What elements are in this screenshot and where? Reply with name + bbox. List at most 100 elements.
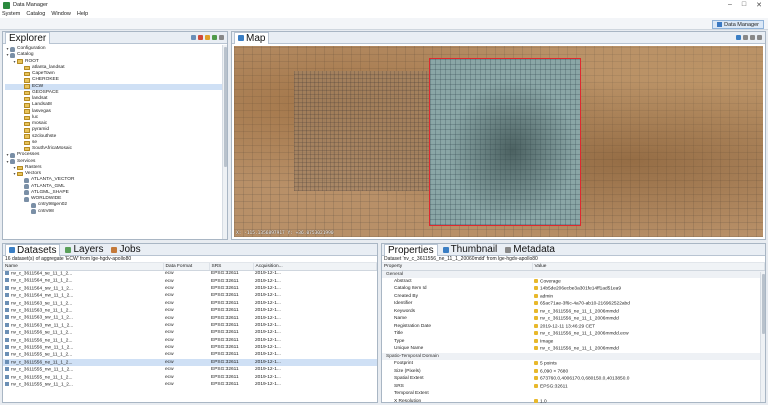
- property-value-cell: 1.0: [532, 398, 765, 405]
- cell-acq: 2019-12-1...: [253, 351, 377, 358]
- properties-scrollbar[interactable]: [760, 272, 765, 402]
- table-row[interactable]: nv_c_3611563_ne_11_1_2... ecw EPSG:32611 20…: [3, 307, 377, 314]
- col-property[interactable]: Property: [382, 263, 533, 271]
- folder-icon: [24, 84, 30, 89]
- table-row[interactable]: nv_c_3611556_ne_11_1_2... ecw EPSG:32611 20…: [3, 337, 377, 344]
- minimize-panel-icon[interactable]: [750, 35, 755, 40]
- dataset-icon: [5, 293, 9, 298]
- menu-help[interactable]: Help: [77, 11, 88, 17]
- table-row[interactable]: nv_c_3611563_se_11_1_2... ecw EPSG:32611 20…: [3, 300, 377, 307]
- cell-srs-text: EPSG:32611: [211, 374, 239, 380]
- explorer-scroll-thumb[interactable]: [224, 47, 227, 167]
- cell-acq-text: 2019-12-1...: [255, 315, 281, 321]
- menu-system[interactable]: System: [2, 11, 20, 17]
- table-row[interactable]: nv_c_3611555_ne_11_1_2... ecw EPSG:32611 20…: [3, 373, 377, 380]
- table-row[interactable]: nv_c_3611564_sw_11_1_2... ecw EPSG:32611 20…: [3, 285, 377, 292]
- col-srs[interactable]: SRS: [209, 263, 254, 271]
- delete-icon[interactable]: [198, 35, 203, 40]
- menu-catalog[interactable]: Catalog: [26, 11, 45, 17]
- cell-format: ecw: [163, 277, 209, 284]
- value-icon: [534, 368, 538, 373]
- property-row[interactable]: Created By admin: [382, 293, 765, 301]
- property-name: Name: [394, 316, 407, 322]
- property-row[interactable]: SRS EPSG:32611: [382, 383, 765, 391]
- maximize-icon[interactable]: □: [742, 1, 746, 9]
- minimize-icon[interactable]: –: [728, 1, 732, 9]
- table-row[interactable]: nv_c_3611555_se_11_1_2... ecw EPSG:32611 20…: [3, 351, 377, 358]
- metadata-icon: [505, 246, 512, 253]
- tab-jobs[interactable]: Jobs: [108, 244, 143, 256]
- tree-node[interactable]: cntrv98: [5, 209, 227, 215]
- property-name: Size (Pixels): [394, 368, 421, 374]
- property-row[interactable]: Footprint 5 points: [382, 360, 765, 368]
- explorer-scrollbar[interactable]: [222, 45, 227, 239]
- property-row[interactable]: Unique Name nv_c_3611556_ne_11_1_2006mmdd: [382, 345, 765, 353]
- property-row[interactable]: Temporal Extent: [382, 390, 765, 398]
- table-row[interactable]: nv_c_3611555_sw_11_1_2... ecw EPSG:32611 20…: [3, 381, 377, 388]
- tab-jobs-label: Jobs: [119, 244, 141, 255]
- property-row[interactable]: Type Image: [382, 338, 765, 346]
- tab-layers[interactable]: Layers: [62, 244, 106, 256]
- property-row[interactable]: Keywords nv_c_3611556_ne_11_1_2006mmdd: [382, 308, 765, 316]
- property-row[interactable]: Size (Pixels) 6,090 × 7680: [382, 368, 765, 376]
- map-view[interactable]: X: -115.1356897917 Y: +36.0753021990: [234, 46, 763, 237]
- cell-format: ecw: [163, 344, 209, 351]
- tab-metadata[interactable]: Metadata: [502, 244, 558, 256]
- table-row[interactable]: nv_c_3611564_nw_11_1_2... ecw EPSG:32611 20…: [3, 292, 377, 299]
- property-row[interactable]: Name nv_c_3611556_ne_11_1_2006mmdd: [382, 315, 765, 323]
- dataset-icon: [5, 278, 9, 283]
- property-group[interactable]: General: [382, 270, 765, 278]
- property-row[interactable]: Registration Date 2019-12-11 13:46:29 CET: [382, 323, 765, 331]
- menu-window[interactable]: Window: [51, 11, 71, 17]
- properties-scroll-thumb[interactable]: [762, 274, 765, 334]
- table-row[interactable]: nv_c_3611564_se_11_1_2... ecw EPSG:32611 20…: [3, 270, 377, 277]
- selected-dataset-footprint[interactable]: [429, 58, 581, 226]
- refresh-icon[interactable]: [205, 35, 210, 40]
- col-value[interactable]: Value: [532, 263, 765, 271]
- property-row[interactable]: Catalog Item Id 14b5de206ecbe3a301fe14ff1…: [382, 285, 765, 293]
- folder-icon: [24, 121, 30, 127]
- map-icon: [238, 35, 244, 41]
- table-row[interactable]: nv_c_3611564_ne_11_1_2... ecw EPSG:32611 20…: [3, 277, 377, 284]
- tab-explorer[interactable]: Explorer: [5, 31, 51, 44]
- zoom-icon[interactable]: [736, 35, 741, 40]
- property-row[interactable]: Title nv_c_3611556_ne_11_1_2006mmdd.ecw: [382, 330, 765, 338]
- maximize-panel-icon[interactable]: [757, 35, 762, 40]
- tab-properties[interactable]: Properties: [384, 243, 438, 256]
- folder-icon: [17, 171, 23, 177]
- table-row[interactable]: nv_c_3611556_nw_11_1_2... ecw EPSG:32611 20…: [3, 344, 377, 351]
- property-name: Registration Date: [394, 323, 432, 329]
- col-acquisition[interactable]: Acquisition...: [253, 263, 377, 271]
- table-row[interactable]: nv_c_3611556_ne_11_1_2... ecw EPSG:32611 20…: [3, 358, 377, 367]
- tab-datasets[interactable]: Datasets: [5, 243, 61, 256]
- cell-format: ecw: [163, 337, 209, 344]
- cell-name-text: nv_c_3611556_nw_11_1_2...: [11, 345, 74, 351]
- col-format[interactable]: Data Format: [163, 263, 210, 271]
- property-value: 5 points: [540, 361, 557, 367]
- tab-map[interactable]: Map: [234, 31, 270, 44]
- property-row[interactable]: Abstract Coverage: [382, 278, 765, 286]
- properties-table: Property Value General Abstract Coverage Ca…: [382, 263, 765, 405]
- cell-acq: 2019-12-1...: [253, 307, 377, 314]
- cell-format-text: ecw: [165, 337, 174, 343]
- property-row[interactable]: X Resolution 1.0: [382, 398, 765, 405]
- cell-srs: EPSG:32611: [209, 358, 253, 367]
- col-name[interactable]: Name: [3, 263, 164, 271]
- perspective-button[interactable]: Data Manager: [712, 20, 764, 29]
- close-icon[interactable]: ✕: [756, 1, 762, 9]
- property-row[interactable]: Identifier 65ac71ae-3f6c-4a70-ab10-216962…: [382, 300, 765, 308]
- explorer-tabbar: Explorer: [3, 31, 227, 44]
- table-row[interactable]: nv_c_3611563_nw_11_1_2... ecw EPSG:32611 20…: [3, 322, 377, 329]
- filter-icon[interactable]: [212, 35, 217, 40]
- tab-thumbnail[interactable]: Thumbnail: [440, 244, 501, 256]
- cell-acq-text: 2019-12-1...: [255, 285, 281, 291]
- property-row[interactable]: Spatial Extent 673760.0,4006170.0,680150.…: [382, 375, 765, 383]
- property-group[interactable]: Spatio-Temporal Domain: [382, 352, 765, 360]
- table-row[interactable]: nv_c_3611563_sw_11_1_2... ecw EPSG:32611 20…: [3, 314, 377, 321]
- cell-name: nv_c_3611564_se_11_1_2...: [3, 270, 163, 277]
- pan-icon[interactable]: [743, 35, 748, 40]
- view-menu-icon[interactable]: [219, 35, 224, 40]
- new-icon[interactable]: [191, 35, 196, 40]
- table-row[interactable]: nv_c_3611556_se_11_1_2... ecw EPSG:32611 20…: [3, 329, 377, 336]
- table-row[interactable]: nv_c_3611555_nw_11_1_2... ecw EPSG:32611 20…: [3, 366, 377, 373]
